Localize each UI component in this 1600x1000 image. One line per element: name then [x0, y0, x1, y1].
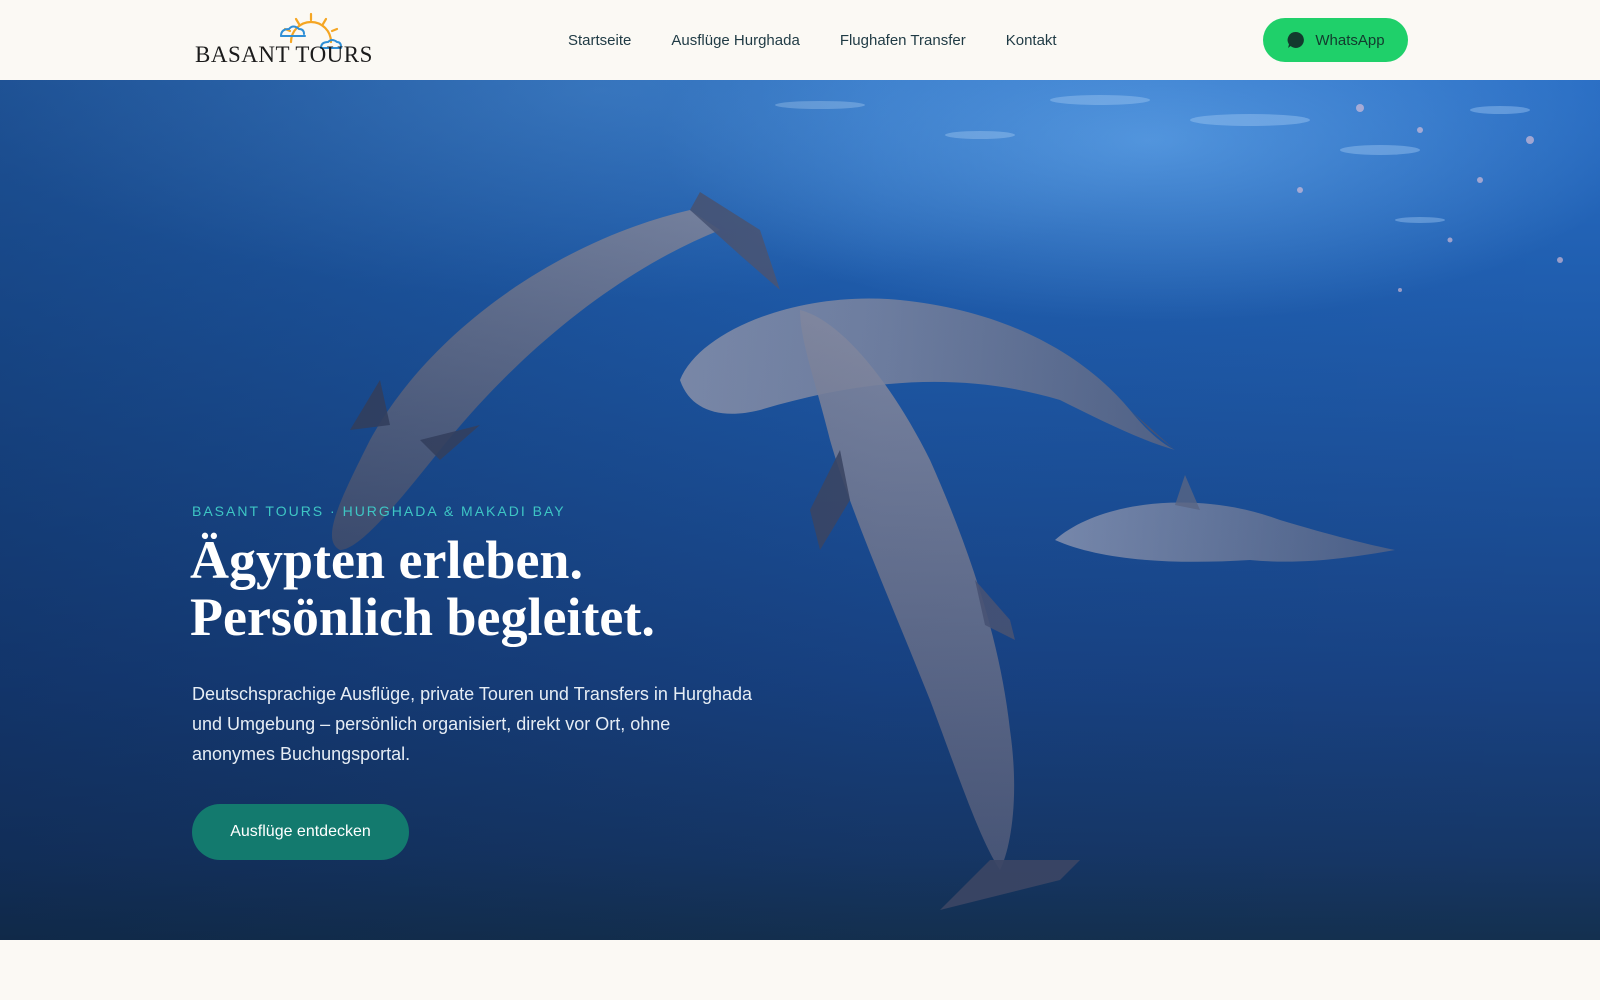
nav-item-startseite[interactable]: Startseite — [568, 32, 631, 49]
nav-item-kontakt[interactable]: Kontakt — [1006, 32, 1057, 49]
discover-excursions-button[interactable]: Ausflüge entdecken — [192, 804, 409, 860]
whatsapp-button[interactable]: WhatsApp — [1263, 18, 1408, 62]
hero-headline: Ägypten erleben. Persönlich begleitet. — [190, 532, 890, 646]
next-section — [0, 940, 1600, 1000]
hero-eyebrow: BASANT TOURS · HURGHADA & MAKADI BAY — [192, 503, 566, 519]
headline-line-2: Persönlich begleitet. — [190, 587, 655, 647]
logo[interactable]: BASANT TOURS — [195, 12, 372, 68]
whatsapp-label: WhatsApp — [1315, 31, 1385, 49]
hero-section: BASANT TOURS · HURGHADA & MAKADI BAY Ägy… — [0, 80, 1600, 940]
hero-description: Deutschsprachige Ausflüge, private Toure… — [192, 684, 753, 764]
nav-item-flughafen-transfer[interactable]: Flughafen Transfer — [840, 32, 966, 49]
main-nav: Startseite Ausflüge Hurghada Flughafen T… — [548, 0, 1077, 80]
headline-line-1: Ägypten erleben. — [190, 530, 583, 590]
site-header: BASANT TOURS Startseite Ausflüge Hurghad… — [0, 0, 1600, 80]
logo-text: BASANT TOURS — [195, 42, 373, 67]
chat-bubble-icon — [1287, 31, 1305, 48]
nav-item-ausfluege-hurghada[interactable]: Ausflüge Hurghada — [671, 32, 799, 49]
